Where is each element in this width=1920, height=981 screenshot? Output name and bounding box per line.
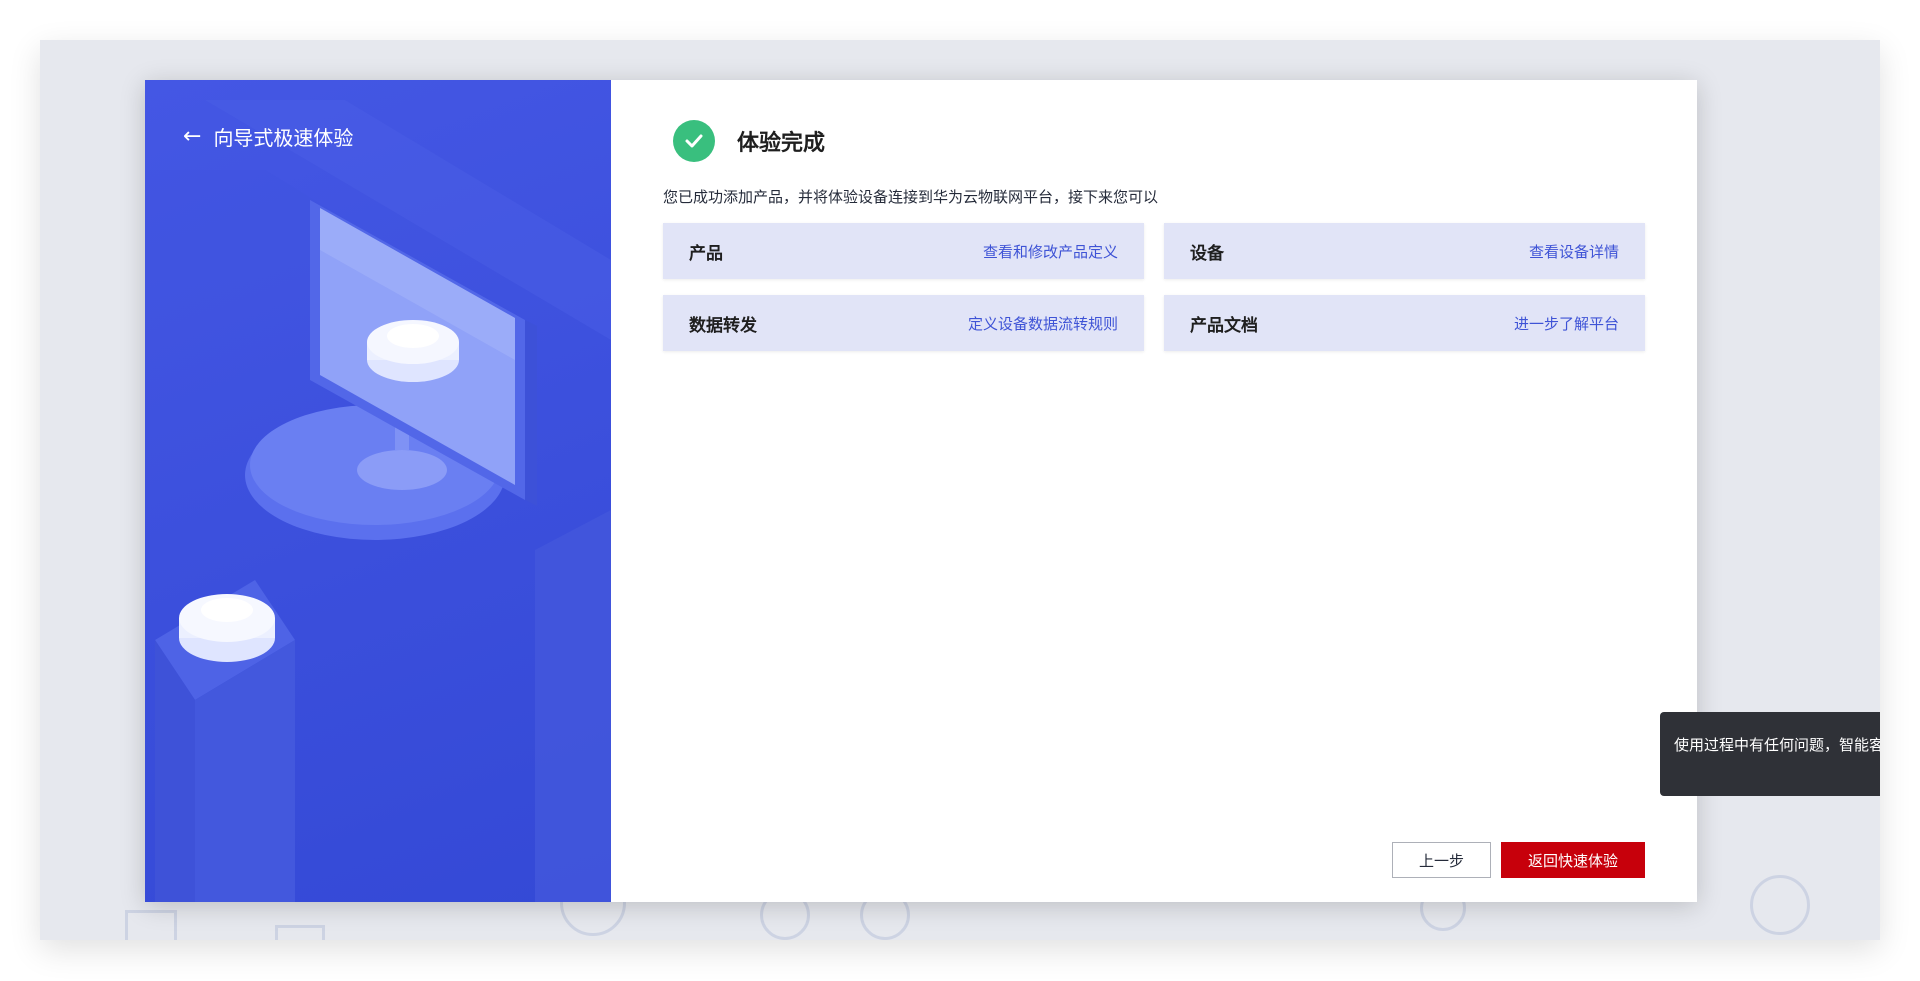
help-tooltip[interactable]: 使用过程中有任何问题，智能客 <box>1660 712 1880 796</box>
quick-experience-modal: ← 向导式极速体验 体验完成 您已成功添加产品，并将体验设备连接到华为云物联网平… <box>145 80 1697 902</box>
back-to-guide-link[interactable]: ← 向导式极速体验 <box>183 122 353 151</box>
card-product: 产品 查看和修改产品定义 <box>663 223 1144 279</box>
view-device-link[interactable]: 查看设备详情 <box>1529 241 1619 262</box>
learn-more-link[interactable]: 进一步了解平台 <box>1514 313 1619 334</box>
illustration-panel: ← 向导式极速体验 <box>145 80 611 902</box>
card-device: 设备 查看设备详情 <box>1164 223 1645 279</box>
define-rules-link[interactable]: 定义设备数据流转规则 <box>968 313 1118 334</box>
completion-description: 您已成功添加产品，并将体验设备连接到华为云物联网平台，接下来您可以 <box>663 188 1159 206</box>
title-row: 体验完成 <box>663 120 1645 162</box>
footer-buttons: 上一步 返回快速体验 <box>1391 842 1645 878</box>
return-quick-experience-button[interactable]: 返回快速体验 <box>1500 842 1645 878</box>
back-link-label: 向导式极速体验 <box>213 126 354 150</box>
background-decoration <box>125 910 177 940</box>
view-product-link[interactable]: 查看和修改产品定义 <box>983 241 1118 262</box>
iot-illustration <box>145 100 611 902</box>
card-title: 设备 <box>1190 243 1224 264</box>
card-title: 数据转发 <box>689 315 757 336</box>
next-steps-grid: 产品 查看和修改产品定义 设备 查看设备详情 数据转发 定义设备数据流转规则 产… <box>663 223 1645 351</box>
content-panel: 体验完成 您已成功添加产品，并将体验设备连接到华为云物联网平台，接下来您可以 产… <box>611 80 1697 902</box>
success-check-icon <box>673 120 715 162</box>
card-title: 产品文档 <box>1190 315 1258 336</box>
help-tooltip-text: 使用过程中有任何问题，智能客 <box>1674 736 1880 754</box>
page-title: 体验完成 <box>737 131 826 156</box>
background-decoration <box>1750 875 1810 935</box>
card-product-docs: 产品文档 进一步了解平台 <box>1164 295 1645 351</box>
card-title: 产品 <box>689 243 723 264</box>
background-decoration <box>275 925 325 940</box>
previous-step-button[interactable]: 上一步 <box>1391 842 1491 878</box>
card-data-forwarding: 数据转发 定义设备数据流转规则 <box>663 295 1144 351</box>
arrow-left-icon: ← <box>183 124 202 149</box>
